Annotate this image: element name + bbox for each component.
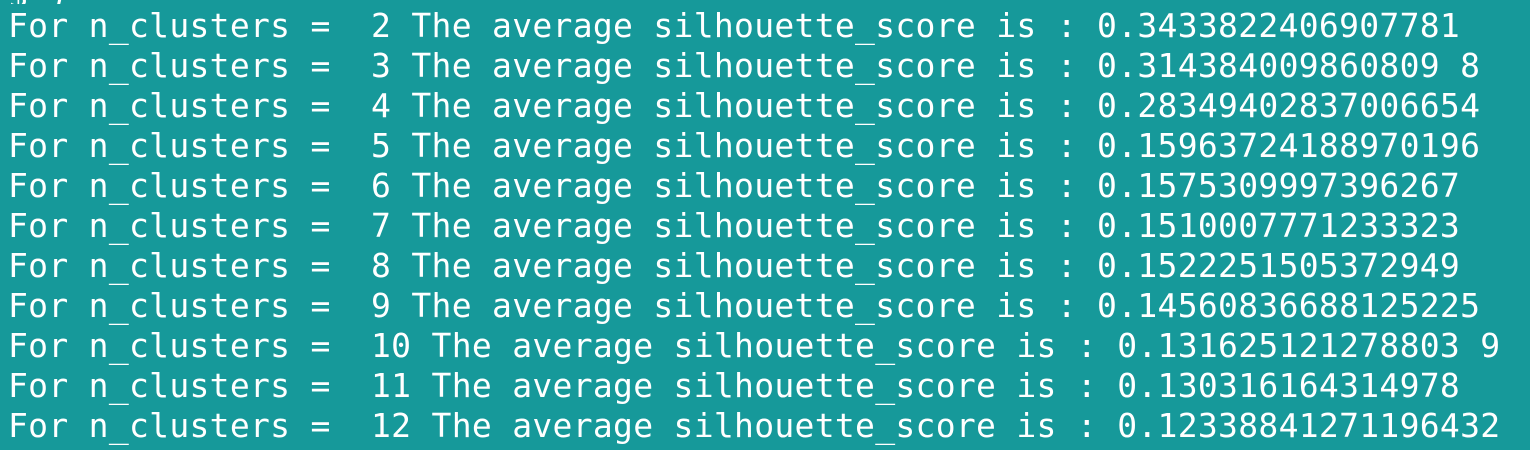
output-line: For n_clusters = 6 The average silhouett…: [8, 166, 1461, 205]
output-line: For n_clusters = 5 The average silhouett…: [8, 126, 1481, 165]
output-line: For n_clusters = 3 The average silhouett…: [8, 46, 1481, 85]
output-line: For n_clusters = 11 The average silhouet…: [8, 366, 1461, 405]
output-line: For n_clusters = 10 The average silhouet…: [8, 326, 1501, 365]
output-line: For n_clusters = 8 The average silhouett…: [8, 246, 1461, 285]
output-lines: For n_clusters = 2 The average silhouett…: [8, 6, 1500, 446]
clipped-previous-line: $ ): [8, 0, 98, 4]
output-line: For n_clusters = 7 The average silhouett…: [8, 206, 1461, 245]
clipped-previous-line-text: $ ): [8, 0, 98, 4]
output-line: For n_clusters = 9 The average silhouett…: [8, 286, 1481, 325]
terminal-output: $ ) For n_clusters = 2 The average silho…: [0, 0, 1530, 450]
output-line: For n_clusters = 12 The average silhouet…: [8, 406, 1501, 445]
output-line: For n_clusters = 4 The average silhouett…: [8, 86, 1481, 125]
output-line: For n_clusters = 2 The average silhouett…: [8, 6, 1461, 45]
